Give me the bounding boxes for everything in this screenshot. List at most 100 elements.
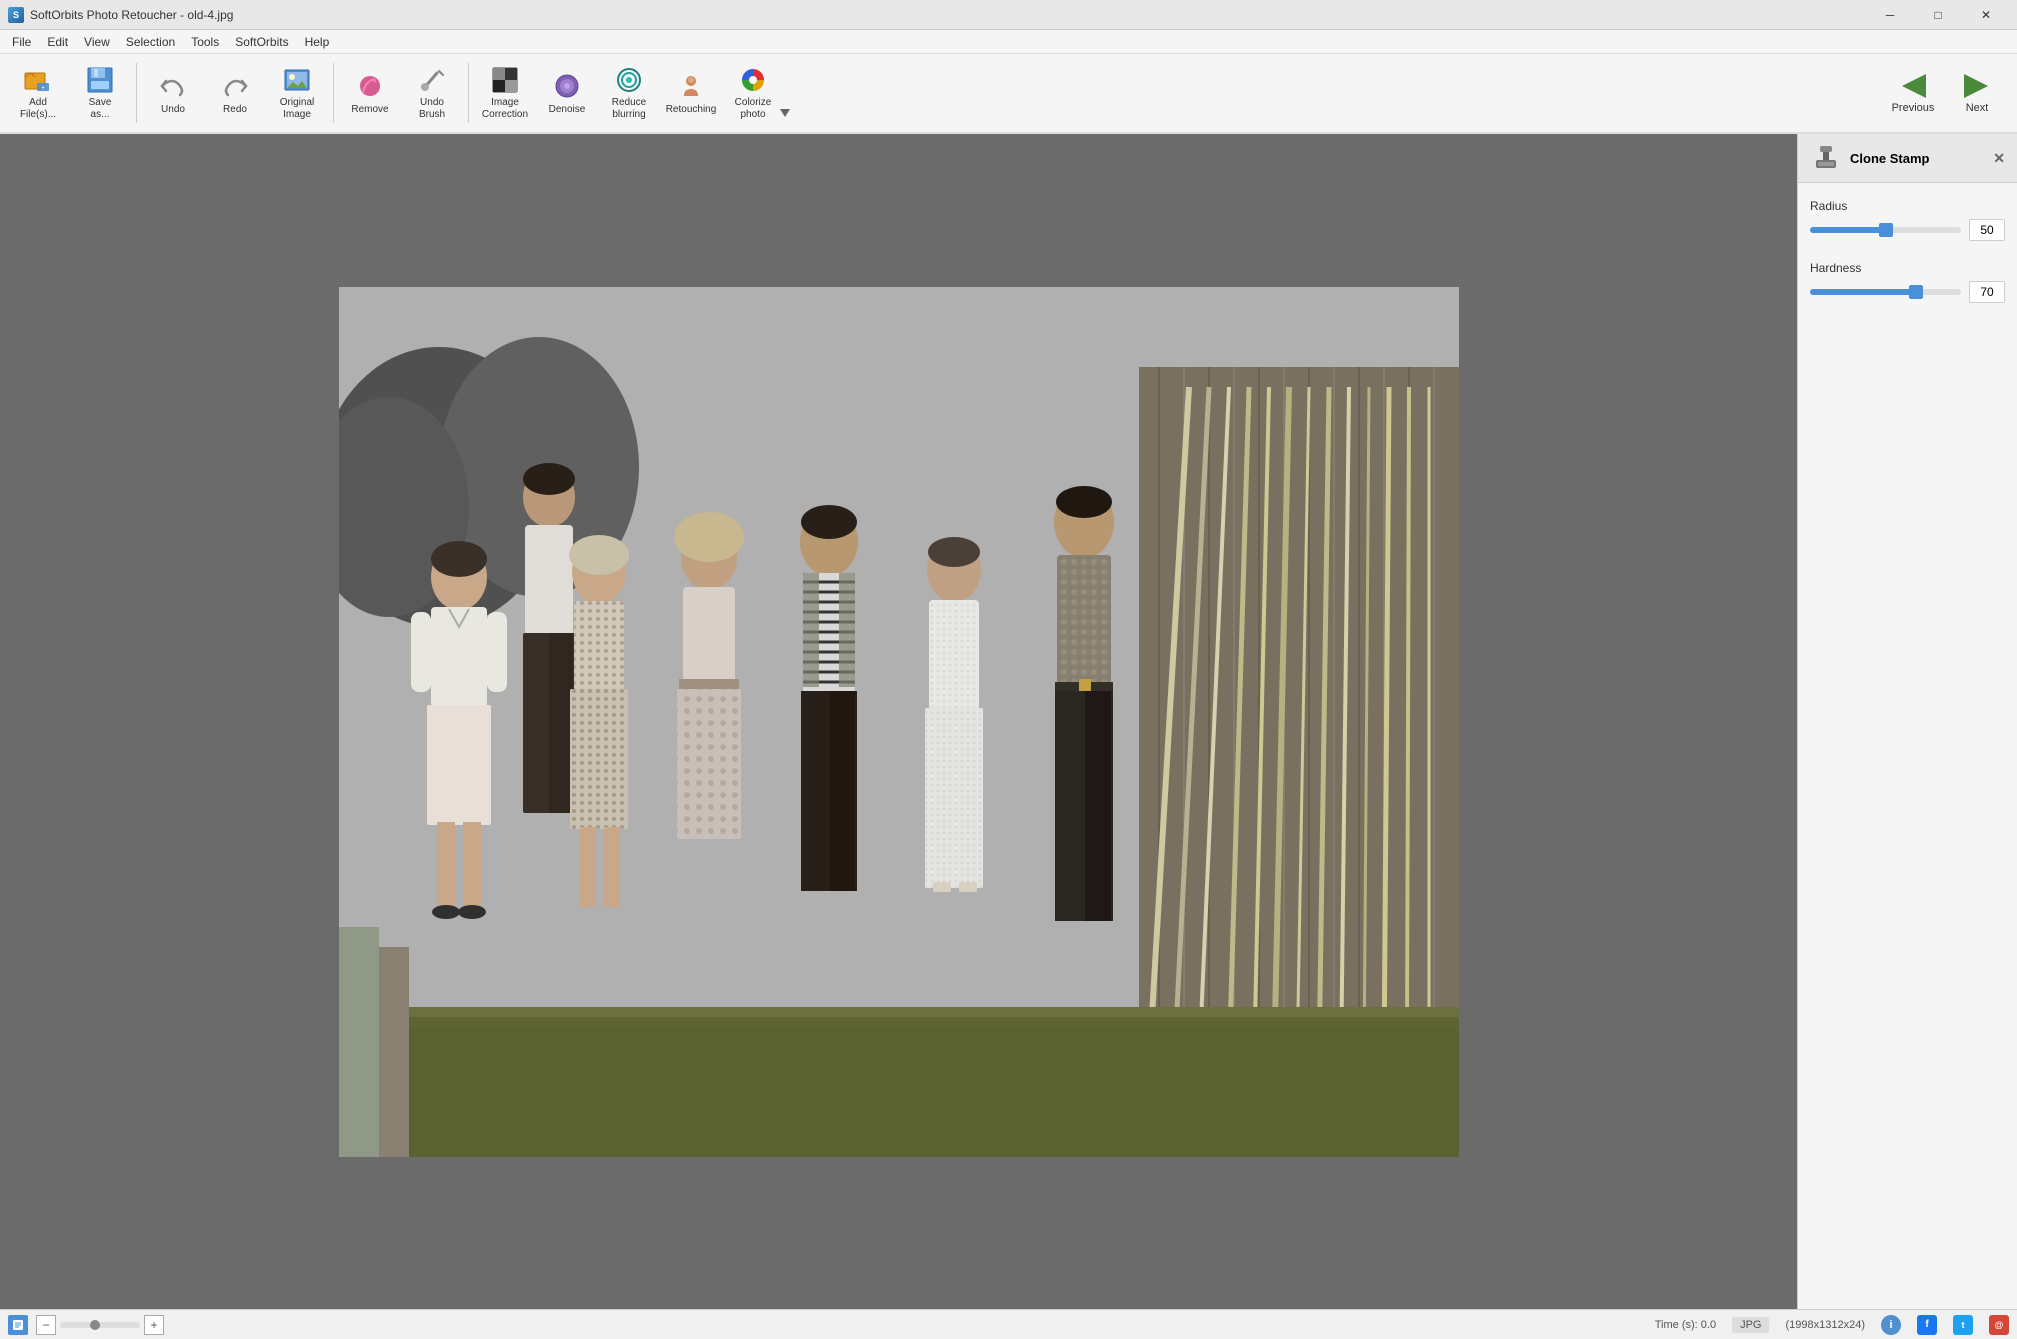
reduce-blurring-button[interactable]: Reduceblurring: [599, 61, 659, 125]
reduce-blurring-label: Reduceblurring: [612, 97, 646, 121]
mail-icon[interactable]: @: [1989, 1315, 2009, 1335]
maximize-button[interactable]: □: [1915, 0, 1961, 30]
undo-brush-label: UndoBrush: [419, 97, 445, 121]
toolbox-close-button[interactable]: ✕: [1993, 150, 2005, 167]
toolbox-panel: Clone Stamp ✕ Radius 50 Hardness: [1797, 134, 2017, 1309]
menu-selection[interactable]: Selection: [118, 30, 183, 53]
status-bar: − + Time (s): 0.0 JPG (1998x1312x24) i f…: [0, 1309, 2017, 1339]
canvas-area[interactable]: [0, 134, 1797, 1309]
image-correction-button[interactable]: ImageCorrection: [475, 61, 535, 125]
menu-help[interactable]: Help: [297, 30, 338, 53]
share-icon[interactable]: f: [1917, 1315, 1937, 1335]
status-right: Time (s): 0.0 JPG (1998x1312x24) i f t @: [1655, 1315, 2009, 1335]
colorize-photo-label: Colorizephoto: [735, 97, 772, 121]
add-files-button[interactable]: + AddFile(s)...: [8, 61, 68, 125]
toolbar-sep-2: [333, 63, 334, 123]
time-label: Time (s): 0.0: [1655, 1319, 1716, 1331]
format-badge: JPG: [1732, 1317, 1769, 1333]
menu-softorbits[interactable]: SoftOrbits: [227, 30, 296, 53]
zoom-thumb: [90, 1320, 100, 1330]
twitter-icon[interactable]: t: [1953, 1315, 1973, 1335]
radius-slider-track[interactable]: [1810, 227, 1961, 233]
undo-button[interactable]: Undo: [143, 61, 203, 125]
zoom-plus-button[interactable]: +: [144, 1315, 164, 1335]
zoom-slider[interactable]: [60, 1322, 140, 1328]
hardness-slider-track[interactable]: [1810, 289, 1961, 295]
photo-canvas[interactable]: [339, 287, 1459, 1157]
remove-label: Remove: [351, 104, 388, 116]
toolbar-sep-3: [468, 63, 469, 123]
previous-label: Previous: [1892, 102, 1935, 114]
colorize-dropdown-arrow[interactable]: [777, 105, 793, 121]
dimensions-label: (1998x1312x24): [1785, 1319, 1865, 1331]
image-correction-label: ImageCorrection: [482, 97, 528, 121]
toolbar-sep-1: [136, 63, 137, 123]
retouching-button[interactable]: Retouching: [661, 61, 721, 125]
remove-icon: [354, 70, 386, 102]
original-image-label: OriginalImage: [280, 97, 314, 121]
toolbar: + AddFile(s)... Saveas... Undo: [0, 54, 2017, 134]
app-icon: S: [8, 7, 24, 23]
retouching-icon: [675, 70, 707, 102]
radius-label: Radius: [1810, 199, 2005, 213]
redo-button[interactable]: Redo: [205, 61, 265, 125]
title-bar: S SoftOrbits Photo Retoucher - old-4.jpg…: [0, 0, 2017, 30]
menu-edit[interactable]: Edit: [39, 30, 76, 53]
undo-label: Undo: [161, 104, 185, 116]
redo-icon: [219, 70, 251, 102]
original-image-button[interactable]: OriginalImage: [267, 61, 327, 125]
title-bar-left: S SoftOrbits Photo Retoucher - old-4.jpg: [8, 7, 233, 23]
add-files-icon: +: [22, 65, 54, 95]
add-files-label: AddFile(s)...: [20, 97, 56, 121]
reduce-blurring-icon: [613, 65, 645, 95]
menu-bar: File Edit View Selection Tools SoftOrbit…: [0, 30, 2017, 54]
toolbox-content: Radius 50 Hardness 70: [1798, 183, 2017, 319]
title-bar-controls: ─ □ ✕: [1867, 0, 2009, 30]
undo-icon: [157, 70, 189, 102]
remove-button[interactable]: Remove: [340, 61, 400, 125]
radius-slider-thumb[interactable]: [1879, 223, 1893, 237]
save-as-label: Saveas...: [89, 97, 112, 121]
redo-label: Redo: [223, 104, 247, 116]
original-image-icon: [281, 65, 313, 95]
menu-file[interactable]: File: [4, 30, 39, 53]
zoom-control: − +: [36, 1315, 164, 1335]
main-area: Clone Stamp ✕ Radius 50 Hardness: [0, 134, 2017, 1309]
radius-group: Radius 50: [1810, 199, 2005, 241]
undo-brush-button[interactable]: UndoBrush: [402, 61, 462, 125]
window-title: SoftOrbits Photo Retoucher - old-4.jpg: [30, 8, 233, 22]
menu-tools[interactable]: Tools: [183, 30, 227, 53]
hardness-group: Hardness 70: [1810, 261, 2005, 303]
page-icon: [8, 1315, 28, 1335]
previous-button[interactable]: Previous: [1881, 57, 1945, 129]
image-correction-icon: [489, 65, 521, 95]
save-as-icon: [84, 65, 116, 95]
radius-slider-row: 50: [1810, 219, 2005, 241]
status-left: − +: [8, 1315, 164, 1335]
zoom-minus-button[interactable]: −: [36, 1315, 56, 1335]
photo-svg: [339, 287, 1459, 1157]
photo-display: [0, 134, 1797, 1309]
save-as-button[interactable]: Saveas...: [70, 61, 130, 125]
radius-value[interactable]: 50: [1969, 219, 2005, 241]
denoise-icon: [551, 70, 583, 102]
toolbox-tool-name: Clone Stamp: [1850, 151, 1929, 166]
denoise-button[interactable]: Denoise: [537, 61, 597, 125]
close-button[interactable]: ✕: [1963, 0, 2009, 30]
minimize-button[interactable]: ─: [1867, 0, 1913, 30]
toolbox-header: Clone Stamp ✕: [1798, 134, 2017, 183]
colorize-photo-button[interactable]: Colorizephoto: [723, 61, 783, 125]
hardness-label: Hardness: [1810, 261, 2005, 275]
radius-slider-fill: [1810, 227, 1886, 233]
next-icon: [1961, 72, 1993, 100]
hardness-slider-thumb[interactable]: [1909, 285, 1923, 299]
menu-view[interactable]: View: [76, 30, 118, 53]
next-label: Next: [1966, 102, 1989, 114]
hardness-value[interactable]: 70: [1969, 281, 2005, 303]
next-button[interactable]: Next: [1945, 57, 2009, 129]
previous-icon: [1897, 72, 1929, 100]
colorize-photo-icon: [737, 65, 769, 95]
hardness-slider-row: 70: [1810, 281, 2005, 303]
toolbox-title-area: Clone Stamp: [1810, 142, 1929, 174]
hardness-slider-fill: [1810, 289, 1916, 295]
